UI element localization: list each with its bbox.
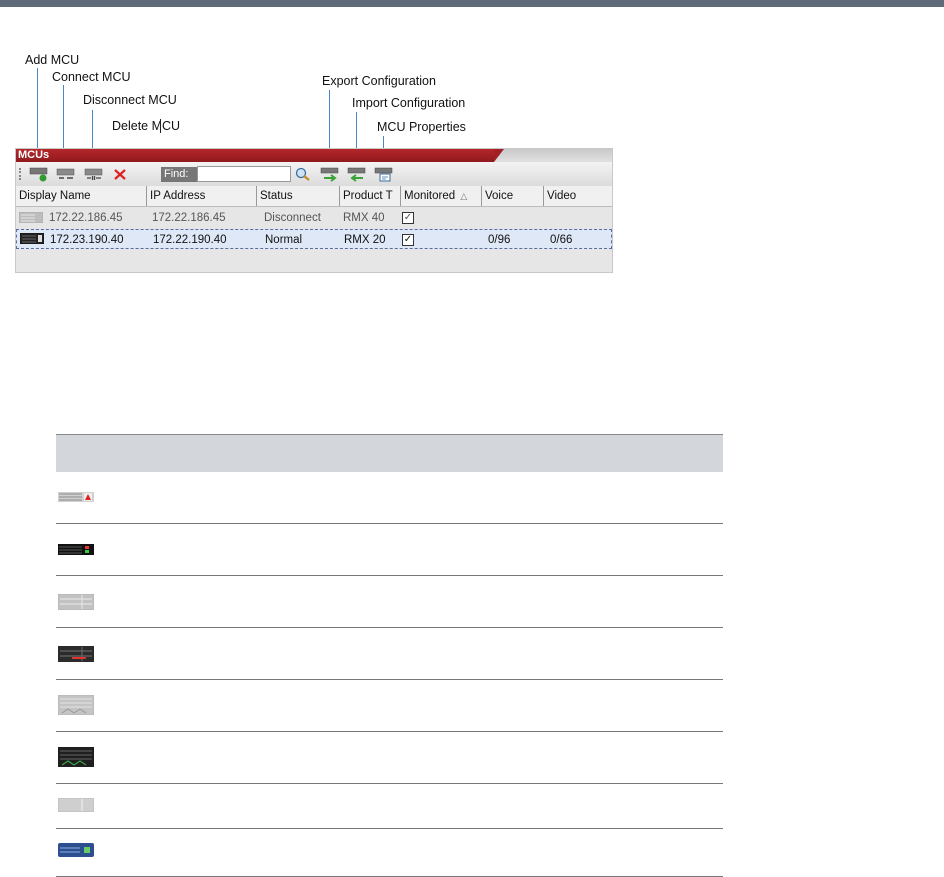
export-configuration-callout: Export Configuration <box>322 74 436 88</box>
legend-row <box>56 524 723 576</box>
connect-mcu-callout: Connect MCU <box>52 70 131 84</box>
add-mcu-callout: Add MCU <box>25 53 80 67</box>
column-monitored[interactable]: Monitored △ <box>400 186 481 206</box>
mcu-connected-black-icon <box>58 544 94 555</box>
mcu-properties-button[interactable] <box>374 166 394 182</box>
connect-mcu-icon <box>56 168 75 179</box>
rmx2000-disconnected-icon <box>58 594 94 610</box>
export-configuration-button[interactable] <box>320 166 340 182</box>
column-status[interactable]: Status <box>256 186 339 206</box>
magnifier-icon <box>295 167 310 181</box>
grid-header: Display Name IP Address Status Product T… <box>16 186 612 207</box>
legend-header <box>56 434 723 472</box>
monitored-checkbox[interactable]: ✓ <box>402 234 414 246</box>
rmx1500-disconnected-icon <box>58 798 94 812</box>
properties-icon <box>374 167 393 182</box>
column-display-name[interactable]: Display Name <box>16 186 146 206</box>
panel-tab: MCUs <box>16 149 504 162</box>
import-configuration-button[interactable] <box>347 166 367 182</box>
table-row-selected[interactable]: 172.23.190.40 172.22.190.40 Normal RMX 2… <box>16 229 612 249</box>
cell-status: Disconnect <box>264 212 321 224</box>
cell-voice: 0/96 <box>488 234 511 246</box>
disconnect-mcu-callout: Disconnect MCU <box>83 93 177 107</box>
mcus-panel: MCUs Find: Display Name IP Address Statu… <box>15 148 613 273</box>
legend-row <box>56 472 723 524</box>
rmx4000-connected-icon <box>58 747 94 767</box>
table-row[interactable]: 172.22.186.45 172.22.186.45 Disconnect R… <box>16 208 612 228</box>
disconnect-mcu-button[interactable] <box>84 166 104 182</box>
cell-product: RMX 20 <box>344 234 386 246</box>
column-voice[interactable]: Voice <box>481 186 543 206</box>
cell-display-name: 172.22.186.45 <box>49 212 123 224</box>
disconnect-mcu-icon <box>84 168 103 180</box>
cell-display-name: 172.23.190.40 <box>50 234 124 246</box>
column-video[interactable]: Video <box>543 186 612 206</box>
toolbar: Find: <box>16 162 612 186</box>
panel-title: MCUs <box>18 149 50 161</box>
delete-mcu-callout: Delete MCU <box>112 119 181 133</box>
cell-ip-address: 172.22.190.40 <box>153 234 227 246</box>
legend-row <box>56 680 723 732</box>
mcu-disconnected-icon <box>19 212 43 223</box>
legend-row <box>56 628 723 680</box>
rmx2000-connected-icon <box>58 646 94 662</box>
legend-row <box>56 784 723 829</box>
delete-icon <box>114 169 126 180</box>
delete-mcu-button[interactable] <box>111 166 131 182</box>
mcu-connected-icon <box>20 233 44 244</box>
import-icon <box>347 167 366 182</box>
panel-header: MCUs <box>16 149 612 162</box>
column-monitored-label: Monitored <box>404 190 456 202</box>
cell-ip-address: 172.22.186.45 <box>152 212 226 224</box>
icon-legend-table <box>56 434 723 877</box>
mcu-properties-callout: MCU Properties <box>377 120 466 134</box>
find-label: Find: <box>161 167 197 182</box>
legend-row <box>56 829 723 877</box>
connect-mcu-button[interactable] <box>56 166 76 182</box>
find-input[interactable] <box>197 166 291 182</box>
column-product-type[interactable]: Product T <box>339 186 400 206</box>
toolbar-grip <box>19 168 23 180</box>
cell-status: Normal <box>265 234 303 246</box>
top-bar <box>0 0 944 7</box>
legend-row <box>56 576 723 628</box>
export-icon <box>320 167 339 182</box>
mcu-disconnected-red-icon <box>58 492 94 502</box>
add-mcu-button[interactable] <box>29 166 49 182</box>
legend-row <box>56 732 723 784</box>
sort-ascending-icon: △ <box>460 191 468 201</box>
rmx4000-disconnected-icon <box>58 695 94 715</box>
add-mcu-icon <box>29 167 48 182</box>
search-button[interactable] <box>293 166 313 182</box>
delete-mcu-pointer <box>160 119 161 133</box>
import-configuration-callout: Import Configuration <box>352 96 466 110</box>
cell-video: 0/66 <box>550 234 573 246</box>
monitored-checkbox[interactable]: ✓ <box>402 212 414 224</box>
rmx1500-connected-icon <box>58 843 94 857</box>
column-ip-address[interactable]: IP Address <box>146 186 256 206</box>
cell-product: RMX 40 <box>343 212 385 224</box>
